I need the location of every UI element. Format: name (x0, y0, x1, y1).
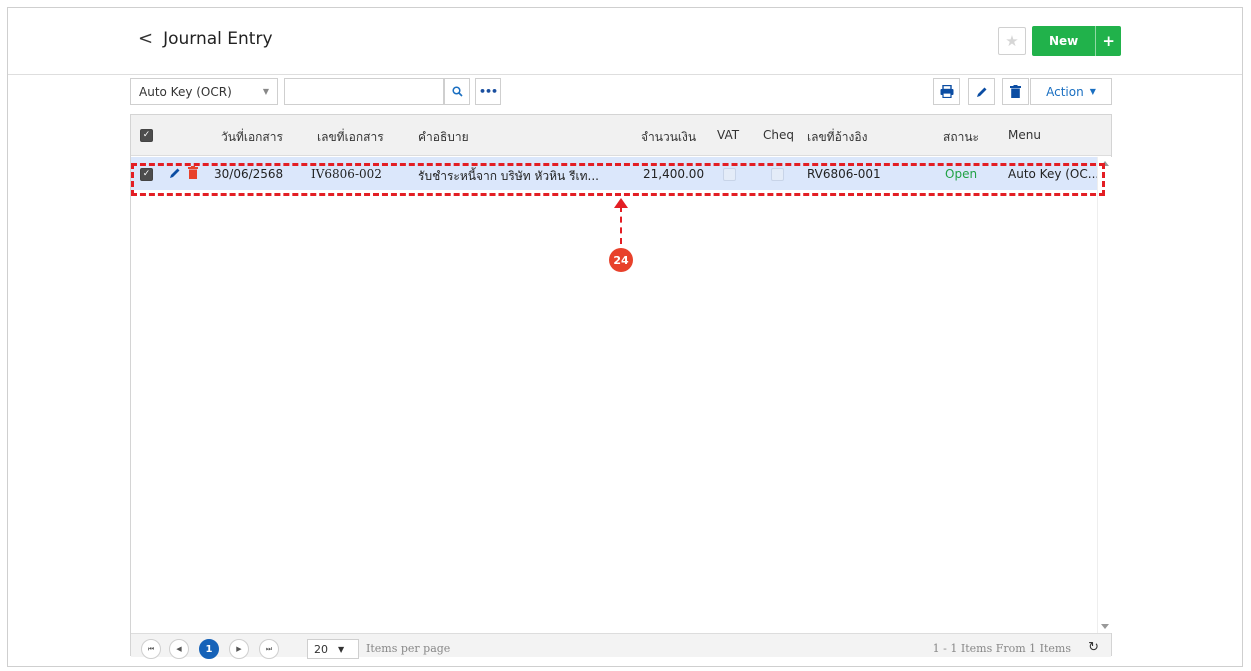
more-options-button[interactable]: ••• (475, 78, 501, 105)
last-page-button[interactable]: ⏭ (259, 639, 279, 659)
chevron-down-icon: ▼ (262, 87, 269, 96)
current-page-button[interactable]: 1 (199, 639, 219, 659)
col-header-date[interactable]: วันที่เอกสาร (221, 128, 283, 147)
col-header-doc-no[interactable]: เลขที่เอกสาร (317, 128, 384, 147)
arrow-line (620, 206, 622, 244)
status-badge: Open (945, 167, 978, 181)
cell-ref-no: RV6806-001 (807, 167, 881, 181)
favorite-star-button[interactable]: ★ (998, 27, 1026, 55)
col-header-ref-no[interactable]: เลขที่อ้างอิง (807, 128, 867, 147)
cell-description: รับชำระหนี้จาก บริษัท หัวหิน รีเท... (418, 169, 599, 183)
grid-header: ✓ วันที่เอกสาร เลขที่เอกสาร คำอธิบาย จำน… (131, 115, 1111, 156)
search-icon (451, 86, 463, 97)
refresh-icon[interactable]: ↻ (1088, 640, 1099, 655)
chevron-down-icon: ▼ (338, 644, 345, 654)
vertical-scrollbar[interactable] (1097, 157, 1112, 633)
page-title: Journal Entry (163, 28, 273, 49)
cell-date: 30/06/2568 (214, 167, 284, 181)
back-chevron-icon[interactable]: < (138, 28, 153, 49)
page-size-value: 20 (314, 642, 328, 656)
new-button-label: New (1049, 34, 1079, 48)
prev-page-button[interactable]: ◀ (169, 639, 189, 659)
items-per-page-label: Items per page (366, 642, 451, 655)
row-checkbox[interactable]: ✓ (140, 168, 153, 181)
search-input[interactable] (289, 80, 443, 105)
select-all-checkbox[interactable]: ✓ (140, 129, 153, 142)
delete-button[interactable] (1002, 78, 1029, 105)
page-header: < Journal Entry ★ New + (8, 8, 1242, 75)
search-box[interactable] (284, 78, 444, 105)
menu-filter-select[interactable]: Auto Key (OCR) ▼ (130, 78, 278, 105)
trash-icon (188, 166, 198, 179)
pager-info: 1 - 1 Items From 1 Items (932, 642, 1071, 655)
col-header-description[interactable]: คำอธิบาย (418, 128, 469, 147)
row-edit-button[interactable] (169, 167, 181, 182)
plus-icon[interactable]: + (1095, 26, 1121, 56)
toolbar: Auto Key (OCR) ▼ ••• Action ▼ (130, 78, 1112, 106)
menu-filter-value: Auto Key (OCR) (139, 84, 232, 99)
col-header-vat[interactable]: VAT (717, 128, 739, 142)
chevron-down-icon: ▼ (1089, 87, 1096, 96)
col-header-amount[interactable]: จำนวนเงิน (641, 128, 696, 147)
page-size-select[interactable]: 20 ▼ (307, 639, 359, 659)
search-button[interactable] (444, 78, 470, 105)
col-header-status[interactable]: สถานะ (943, 128, 979, 147)
scroll-down-icon[interactable] (1101, 624, 1109, 629)
next-page-button[interactable]: ▶ (229, 639, 249, 659)
action-dropdown[interactable]: Action ▼ (1030, 78, 1112, 105)
cell-doc-no: IV6806-002 (311, 167, 382, 181)
cell-vat-checkbox (723, 168, 736, 181)
cell-cheq-checkbox (771, 168, 784, 181)
page-title-area: < Journal Entry (138, 28, 273, 49)
pager: ⏮ ◀ 1 ▶ ⏭ 20 ▼ Items per page 1 - 1 Item… (131, 633, 1111, 659)
star-icon: ★ (1005, 32, 1019, 50)
journal-grid: ✓ วันที่เอกสาร เลขที่เอกสาร คำอธิบาย จำน… (130, 114, 1112, 659)
print-button[interactable] (933, 78, 960, 105)
first-page-button[interactable]: ⏮ (141, 639, 161, 659)
printer-icon (940, 85, 953, 98)
cell-menu: Auto Key (OC... (1008, 167, 1100, 181)
action-label: Action (1046, 84, 1084, 99)
scroll-up-icon[interactable] (1101, 161, 1109, 166)
trash-icon (1010, 85, 1021, 98)
row-delete-button[interactable] (188, 166, 198, 182)
edit-button[interactable] (968, 78, 995, 105)
table-row[interactable]: ✓ 30/06/2568 IV6806-002 รับชำระหนี้จาก บ… (131, 157, 1100, 190)
col-header-menu[interactable]: Menu (1008, 128, 1041, 142)
step-number-badge: 24 (609, 248, 633, 272)
new-button[interactable]: New + (1032, 26, 1121, 56)
cell-amount: 21,400.00 (643, 167, 705, 181)
pencil-icon (976, 87, 986, 97)
pencil-icon (170, 168, 180, 178)
col-header-cheq[interactable]: Cheq (763, 128, 794, 142)
